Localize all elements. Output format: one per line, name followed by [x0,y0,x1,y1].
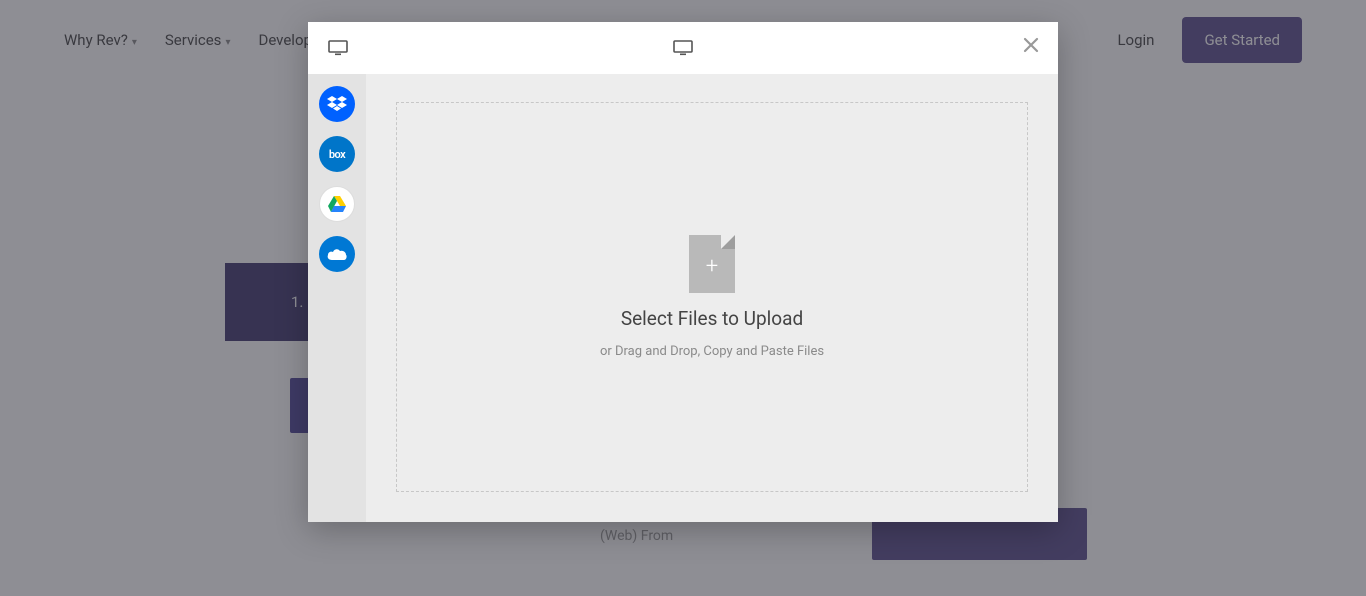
device-icon [673,40,693,56]
google-drive-icon[interactable] [319,186,355,222]
file-upload-modal: box + Select Files to Upload or Drag and… [308,22,1058,522]
file-drop-area[interactable]: + Select Files to Upload or Drag and Dro… [396,102,1028,492]
modal-header [308,22,1058,74]
onedrive-icon[interactable] [319,236,355,272]
dropbox-icon[interactable] [319,86,355,122]
drop-subtitle: or Drag and Drop, Copy and Paste Files [600,344,824,359]
drop-title: Select Files to Upload [621,307,803,330]
drop-area-container: + Select Files to Upload or Drag and Dro… [366,74,1058,522]
close-icon[interactable] [1022,36,1040,54]
file-plus-icon: + [689,235,735,293]
device-icon[interactable] [328,40,348,56]
box-icon[interactable]: box [319,136,355,172]
cloud-source-rail: box [308,74,366,522]
modal-body: box + Select Files to Upload or Drag and… [308,74,1058,522]
